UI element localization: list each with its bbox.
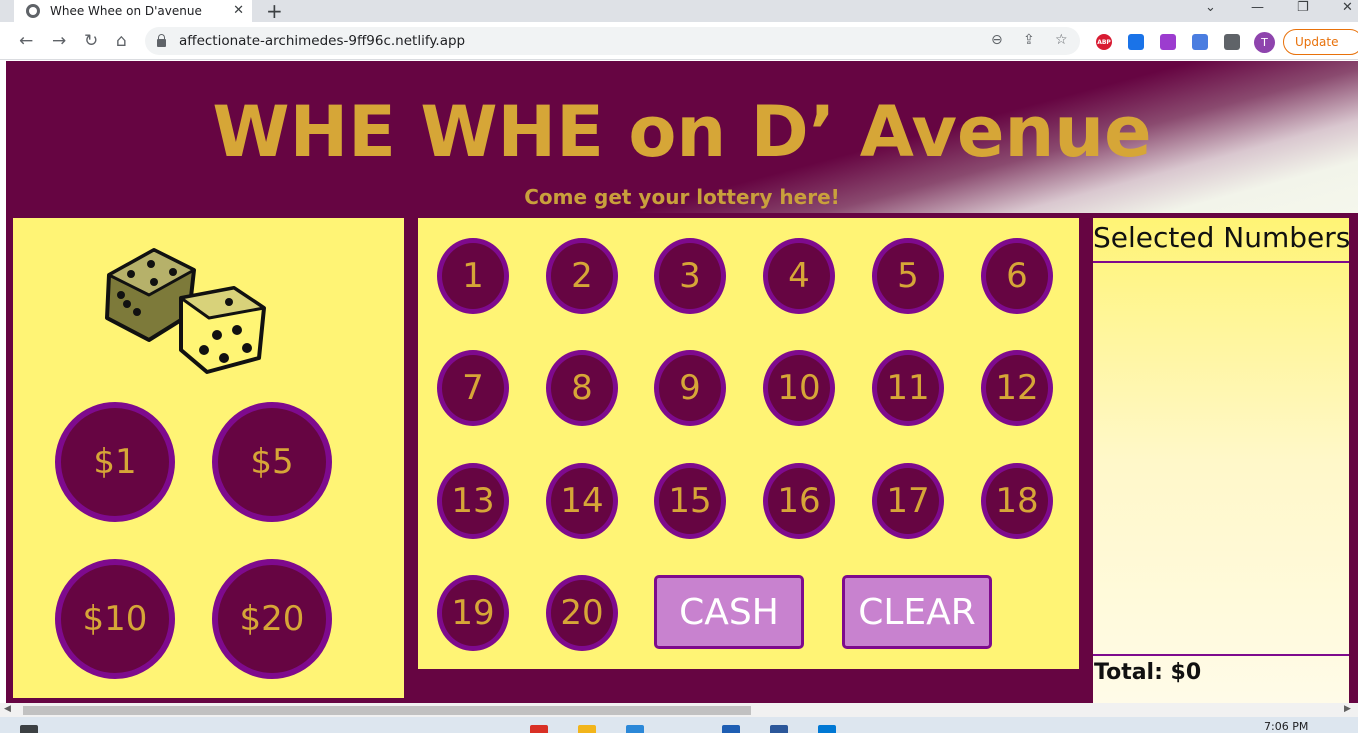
taskbar-clock: 7:06 PM (1264, 720, 1309, 733)
scrollbar-thumb[interactable] (23, 706, 751, 715)
adblock-icon[interactable]: ABP (1096, 34, 1112, 50)
profile-avatar[interactable]: T (1254, 32, 1275, 53)
number-button-20[interactable]: 20 (546, 575, 618, 651)
number-button-4[interactable]: 4 (763, 238, 835, 314)
zoom-icon[interactable]: ⊖ (991, 32, 1003, 48)
number-button-17[interactable]: 17 (872, 463, 944, 539)
number-button-12[interactable]: 12 (981, 350, 1053, 426)
address-bar[interactable]: affectionate-archimedes-9ff96c.netlify.a… (145, 27, 1080, 55)
number-button-8[interactable]: 8 (546, 350, 618, 426)
selected-numbers-heading: Selected Numbers (1093, 221, 1350, 263)
number-button-9[interactable]: 9 (654, 350, 726, 426)
cash-button[interactable]: CASH (654, 575, 804, 649)
page-subtitle: Come get your lottery here! (524, 185, 840, 209)
extension-rw-icon[interactable] (1160, 34, 1176, 50)
bookmark-star-icon[interactable]: ☆ (1055, 32, 1068, 48)
update-label: Update (1295, 35, 1339, 49)
tab-close-icon[interactable]: ✕ (233, 3, 244, 18)
number-button-14[interactable]: 14 (546, 463, 618, 539)
forward-icon[interactable]: → (52, 31, 66, 51)
number-button-10[interactable]: 10 (763, 350, 835, 426)
total-label: Total: $0 (1093, 654, 1349, 703)
restore-button[interactable]: ❐ (1297, 0, 1309, 15)
selected-panel: Selected Numbers Total: $0 (1093, 218, 1350, 703)
word-icon[interactable] (770, 725, 788, 733)
number-button-6[interactable]: 6 (981, 238, 1053, 314)
number-button-2[interactable]: 2 (546, 238, 618, 314)
horizontal-scrollbar[interactable]: ◀ ▶ (0, 703, 1358, 717)
tab-search-icon[interactable]: ⌄ (1205, 0, 1216, 15)
number-button-18[interactable]: 18 (981, 463, 1053, 539)
back-icon[interactable]: ← (19, 31, 33, 51)
browser-toolbar: ← → ↻ ⌂ affectionate-archimedes-9ff96c.n… (0, 22, 1358, 60)
update-button[interactable]: Update (1283, 29, 1358, 55)
window-close-button[interactable]: ✕ (1342, 0, 1353, 15)
store-icon[interactable] (626, 725, 644, 733)
page-title: WHE WHE on D’ Avenue (212, 91, 1152, 173)
clear-button[interactable]: CLEAR (842, 575, 992, 649)
taskbar: 7:06 PM (0, 717, 1358, 733)
number-button-11[interactable]: 11 (872, 350, 944, 426)
number-button-13[interactable]: 13 (437, 463, 509, 539)
selected-numbers-list (1093, 265, 1349, 653)
browser-tab[interactable]: Whee Whee on D'avenue ✕ (14, 0, 252, 22)
number-grid: 1 2 3 4 5 6 7 8 9 10 11 12 13 14 15 16 1… (418, 218, 1079, 669)
extensions-puzzle-icon[interactable] (1224, 34, 1240, 50)
url-text: affectionate-archimedes-9ff96c.netlify.a… (179, 33, 466, 49)
scroll-right-icon[interactable]: ▶ (1344, 704, 1351, 714)
header: WHE WHE on D’ Avenue Come get your lotte… (6, 61, 1358, 213)
globe-icon (26, 4, 40, 18)
number-button-7[interactable]: 7 (437, 350, 509, 426)
page: WHE WHE on D’ Avenue Come get your lotte… (6, 61, 1358, 703)
bet-button-5[interactable]: $5 (212, 402, 332, 522)
scroll-left-icon[interactable]: ◀ (4, 704, 11, 714)
file-explorer-icon[interactable] (578, 725, 596, 733)
mail-icon[interactable] (722, 725, 740, 733)
bet-button-20[interactable]: $20 (212, 559, 332, 679)
number-button-16[interactable]: 16 (763, 463, 835, 539)
number-button-19[interactable]: 19 (437, 575, 509, 651)
extension-cap-icon[interactable] (1128, 34, 1144, 50)
share-icon[interactable]: ⇪ (1023, 32, 1035, 48)
number-button-15[interactable]: 15 (654, 463, 726, 539)
browser-tab-strip: Whee Whee on D'avenue ✕ + ⌄ — ❐ ✕ (0, 0, 1358, 23)
home-icon[interactable]: ⌂ (116, 31, 127, 51)
reload-icon[interactable]: ↻ (84, 31, 98, 51)
bet-panel: $1 $5 $10 $20 (13, 218, 404, 698)
new-tab-button[interactable]: + (266, 0, 283, 23)
number-button-5[interactable]: 5 (872, 238, 944, 314)
number-button-1[interactable]: 1 (437, 238, 509, 314)
taskbar-app-icon[interactable] (530, 725, 548, 733)
tab-title: Whee Whee on D'avenue (50, 4, 202, 18)
extension-screen-icon[interactable] (1192, 34, 1208, 50)
lock-icon (157, 33, 166, 47)
bet-button-1[interactable]: $1 (55, 402, 175, 522)
number-button-3[interactable]: 3 (654, 238, 726, 314)
start-icon[interactable] (20, 725, 38, 733)
bet-button-10[interactable]: $10 (55, 559, 175, 679)
vscode-icon[interactable] (818, 725, 836, 733)
dice-icon (105, 248, 266, 374)
minimize-button[interactable]: — (1251, 0, 1264, 15)
